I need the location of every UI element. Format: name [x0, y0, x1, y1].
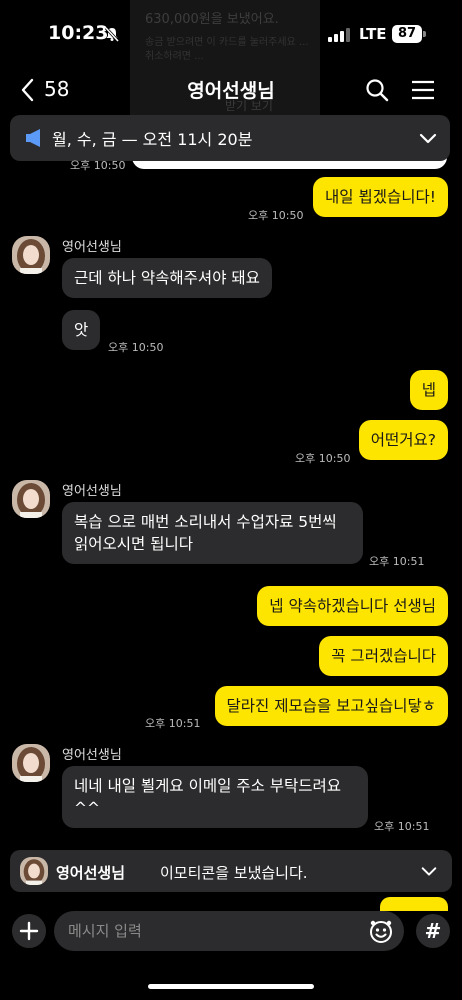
- battery-tip: [423, 31, 426, 37]
- my-message[interactable]: 달라진 제모습을 보고싶습니닿ㅎ: [214, 686, 448, 726]
- profile-photo: [12, 480, 50, 518]
- notice-text: 월, 수, 금 — 오전 11시 20분: [52, 130, 253, 149]
- sender-name: 영어선생님: [62, 484, 122, 499]
- timestamp: 오후 10:51: [145, 717, 201, 730]
- notice-message: 이모티콘을 보냈습니다.: [160, 864, 308, 882]
- timestamp: 오후 10:50: [248, 209, 304, 222]
- my-message[interactable]: 꼭 그러겠습니다: [319, 636, 448, 676]
- megaphone-icon: [26, 129, 40, 147]
- timestamp: 오후 10:50: [108, 341, 164, 354]
- timestamp: 오후 10:51: [374, 820, 430, 833]
- timestamp: 오후 10:50: [70, 159, 126, 172]
- my-message[interactable]: 내일 뵙겠습니다!: [313, 177, 448, 217]
- sender-name: 영어선생님: [62, 748, 122, 763]
- battery-icon: 87: [392, 25, 422, 43]
- sender-name: 영어선생님: [62, 240, 122, 255]
- emoji-icon[interactable]: [368, 918, 394, 944]
- timestamp: 오후 10:51: [369, 555, 425, 568]
- plus-icon[interactable]: [12, 914, 46, 948]
- avatar[interactable]: [12, 236, 50, 274]
- my-message[interactable]: 넵 약속하겠습니다 선생님: [257, 586, 448, 626]
- their-message[interactable]: 근데 하나 약속해주셔야 돼요: [62, 258, 272, 298]
- profile-photo: [12, 236, 50, 274]
- hashtag-search-button[interactable]: #: [416, 914, 450, 948]
- bell-muted-icon: [104, 26, 120, 42]
- chevron-down-icon[interactable]: [418, 128, 438, 148]
- avatar[interactable]: [12, 744, 50, 782]
- transfer-body-text: 송금 받으려면 이 카드를 눌러주세요 ... 취소하려면 ...: [145, 37, 309, 62]
- search-icon[interactable]: [365, 78, 389, 102]
- notice-sender-name: 영어선생님: [56, 864, 126, 882]
- chat-title: 영어선생님: [187, 80, 275, 102]
- message-input[interactable]: [54, 911, 404, 951]
- timestamp: 오후 10:50: [295, 452, 351, 465]
- signal-icon: [328, 28, 350, 42]
- network-label: LTE: [359, 25, 387, 43]
- my-message[interactable]: 넵: [409, 370, 448, 410]
- my-message[interactable]: 어떤거요?: [358, 420, 448, 460]
- menu-icon[interactable]: [411, 80, 435, 100]
- chevron-down-icon[interactable]: [420, 862, 438, 880]
- profile-photo: [20, 857, 48, 885]
- emoticon-bubble-peek: [380, 897, 448, 911]
- status-time: 10:23: [48, 22, 109, 44]
- avatar: [20, 857, 48, 885]
- transfer-amount-text: 630,000원을 보냈어요.: [145, 12, 279, 27]
- their-message[interactable]: 복습 으로 매번 소리내서 수업자료 5번씩 읽어오시면 됩니다: [62, 502, 363, 564]
- their-message[interactable]: 네네 내일 뵐게요 이메일 주소 부탁드려요 ^^: [62, 766, 368, 828]
- avatar[interactable]: [12, 480, 50, 518]
- home-indicator[interactable]: [148, 984, 314, 989]
- profile-photo: [12, 744, 50, 782]
- their-message[interactable]: 앗: [62, 310, 101, 350]
